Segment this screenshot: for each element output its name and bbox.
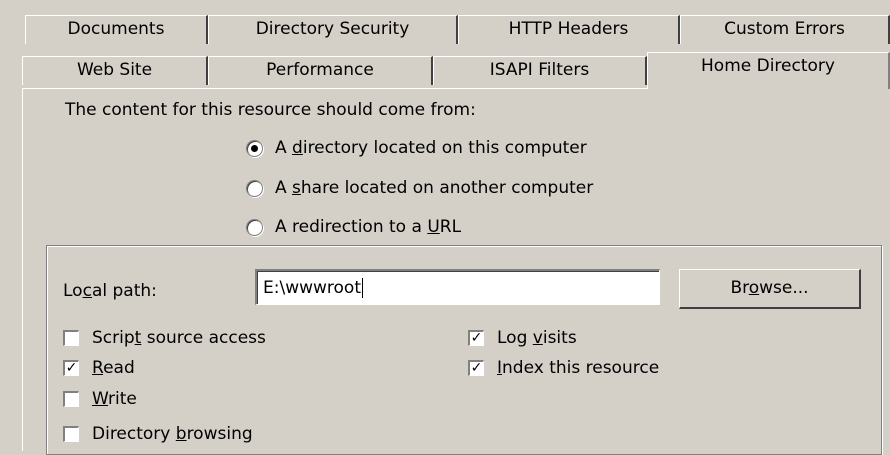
- content-source-label: The content for this resource should com…: [65, 100, 476, 120]
- checkbox-box[interactable]: ✓: [468, 330, 484, 346]
- radio-button[interactable]: [246, 139, 263, 157]
- checkbox-index-resource[interactable]: ✓ Index this resource: [468, 356, 659, 380]
- checkbox-box[interactable]: [63, 426, 79, 442]
- tab-custom-errors[interactable]: Custom Errors: [680, 15, 890, 44]
- tab-performance[interactable]: Performance: [208, 56, 433, 85]
- radio-button[interactable]: [246, 218, 263, 236]
- tab-home-directory[interactable]: Home Directory: [647, 52, 890, 89]
- radio-label: A share located on another computer: [275, 178, 594, 198]
- radio-selected-dot: [251, 144, 258, 152]
- tab-directory-security[interactable]: Directory Security: [208, 15, 458, 44]
- checkbox-label: Index this resource: [497, 358, 660, 378]
- radio-url-redirect[interactable]: A redirection to a URL: [246, 215, 461, 239]
- radio-local-directory[interactable]: A directory located on this computer: [246, 136, 587, 160]
- local-path-label: Local path:: [63, 281, 157, 301]
- checkbox-box[interactable]: ✓: [63, 360, 79, 376]
- radio-network-share[interactable]: A share located on another computer: [246, 176, 593, 200]
- local-path-input[interactable]: E:\wwwroot: [255, 269, 660, 305]
- tab-http-headers[interactable]: HTTP Headers: [458, 15, 680, 44]
- checkbox-box[interactable]: [63, 330, 79, 346]
- checkbox-log-visits[interactable]: ✓ Log visits: [468, 326, 577, 350]
- radio-button[interactable]: [246, 179, 263, 197]
- tab-documents[interactable]: Documents: [25, 15, 208, 44]
- checkbox-script-source-access[interactable]: Script source access: [63, 326, 266, 350]
- browse-button[interactable]: Browse...: [679, 269, 861, 309]
- checkbox-label: Log visits: [497, 328, 577, 348]
- radio-label: A redirection to a URL: [275, 217, 462, 237]
- tab-isapi-filters[interactable]: ISAPI Filters: [433, 56, 647, 85]
- checkbox-read[interactable]: ✓ Read: [63, 356, 135, 380]
- checkbox-box[interactable]: ✓: [468, 360, 484, 376]
- radio-label: A directory located on this computer: [275, 138, 587, 158]
- checkbox-label: Script source access: [92, 328, 266, 348]
- checkbox-write[interactable]: Write: [63, 387, 137, 411]
- checkbox-label: Directory browsing: [92, 424, 253, 444]
- checkbox-label: Write: [92, 389, 137, 409]
- checkbox-box[interactable]: [63, 391, 79, 407]
- checkbox-label: Read: [92, 358, 135, 378]
- checkbox-directory-browsing[interactable]: Directory browsing: [63, 422, 253, 446]
- text-caret: [362, 278, 363, 298]
- tab-web-site[interactable]: Web Site: [22, 56, 208, 85]
